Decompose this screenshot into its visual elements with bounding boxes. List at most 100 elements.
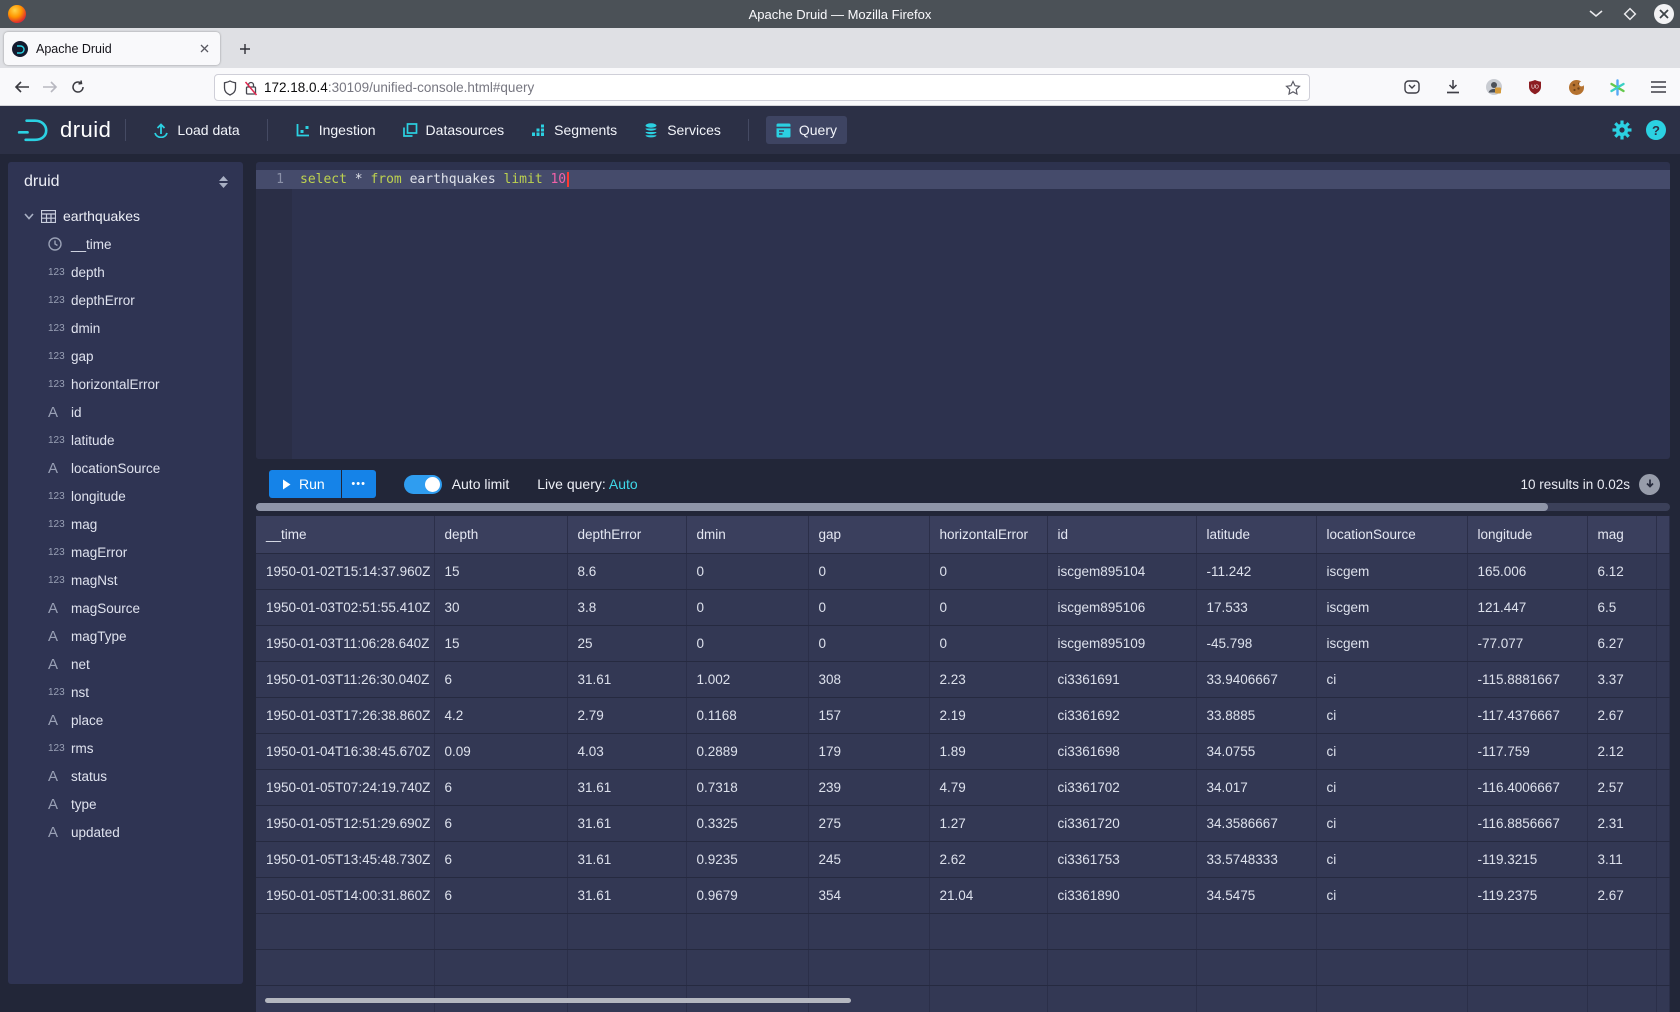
cell-locationSource[interactable]: iscgem [1316,553,1467,589]
sidebar-column-rms[interactable]: 123rms [8,734,243,762]
cell-horizontalError[interactable]: 0 [929,625,1047,661]
cell-horizontalError[interactable]: 2.19 [929,697,1047,733]
sidebar-column-net[interactable]: Anet [8,650,243,678]
cell-id[interactable]: ci3361692 [1047,697,1196,733]
cell-depth[interactable]: 30 [434,589,567,625]
cell-mag[interactable]: 3.11 [1587,841,1656,877]
sidebar-column-magType[interactable]: AmagType [8,622,243,650]
cell-id[interactable]: ci3361691 [1047,661,1196,697]
account-extension-icon[interactable] [1480,73,1508,101]
nav-ingestion[interactable]: Ingestion [285,116,386,144]
cell-locationSource[interactable]: ci [1316,877,1467,913]
cell-latitude[interactable]: 34.5475 [1196,877,1316,913]
cell-depth[interactable]: 6 [434,661,567,697]
cell-dmin[interactable]: 1.002 [686,661,808,697]
cell-depth[interactable]: 15 [434,553,567,589]
cell-depthError[interactable]: 3.8 [567,589,686,625]
sidebar-column-id[interactable]: Aid [8,398,243,426]
live-query-value[interactable]: Auto [609,476,638,492]
cell-latitude[interactable]: 34.0755 [1196,733,1316,769]
sidebar-column-magError[interactable]: 123magError [8,538,243,566]
cell-__time[interactable]: 1950-01-03T17:26:38.860Z [256,697,434,733]
pocket-icon[interactable] [1398,73,1426,101]
cell-depthError[interactable]: 2.79 [567,697,686,733]
cell-__time[interactable]: 1950-01-03T11:26:30.040Z [256,661,434,697]
sidebar-column-type[interactable]: Atype [8,790,243,818]
cell-locationSource[interactable]: ci [1316,805,1467,841]
sidebar-column-horizontalError[interactable]: 123horizontalError [8,370,243,398]
sidebar-column-gap[interactable]: 123gap [8,342,243,370]
cell-depthError[interactable]: 31.61 [567,841,686,877]
sidebar-column-magNst[interactable]: 123magNst [8,566,243,594]
cell-horizontalError[interactable]: 1.89 [929,733,1047,769]
cell-__time[interactable]: 1950-01-03T11:06:28.640Z [256,625,434,661]
cell-depth[interactable]: 6 [434,805,567,841]
cell-dmin[interactable]: 0.7318 [686,769,808,805]
cell-latitude[interactable]: -11.242 [1196,553,1316,589]
sidebar-column-latitude[interactable]: 123latitude [8,426,243,454]
scrollbar-thumb[interactable] [256,503,1548,511]
cell-gap[interactable]: 354 [808,877,929,913]
cell-dmin[interactable]: 0 [686,625,808,661]
new-tab-button[interactable] [232,36,258,62]
cell-latitude[interactable]: -45.798 [1196,625,1316,661]
cell-id[interactable]: ci3361702 [1047,769,1196,805]
cell-mag[interactable]: 2.31 [1587,805,1656,841]
cell-longitude[interactable]: -115.8881667 [1467,661,1587,697]
download-results-icon[interactable] [1639,474,1660,495]
nav-segments[interactable]: Segments [520,116,627,144]
cell-longitude[interactable]: 121.447 [1467,589,1587,625]
cell-id[interactable]: ci3361753 [1047,841,1196,877]
sort-columns-icon[interactable] [218,175,229,189]
cell-locationSource[interactable]: ci [1316,733,1467,769]
query-editor[interactable]: 1 select * from earthquakes limit 10 [256,162,1670,459]
live-query-label[interactable]: Live query: Auto [537,476,637,492]
cell-horizontalError[interactable]: 0 [929,553,1047,589]
help-icon[interactable]: ? [1646,120,1666,140]
cell-dmin[interactable]: 0.9235 [686,841,808,877]
bookmark-star-icon[interactable] [1285,80,1301,96]
cell-depthError[interactable]: 31.61 [567,661,686,697]
cell-depthError[interactable]: 31.61 [567,805,686,841]
column-header-gap[interactable]: gap [808,516,929,553]
nav-datasources[interactable]: Datasources [392,116,515,144]
reload-icon[interactable] [64,73,92,101]
cell-id[interactable]: iscgem895104 [1047,553,1196,589]
cell-longitude[interactable]: -119.2375 [1467,877,1587,913]
cell-horizontalError[interactable]: 2.62 [929,841,1047,877]
cell-latitude[interactable]: 33.9406667 [1196,661,1316,697]
url-bar[interactable]: 172.18.0.4:30109/unified-console.html#qu… [214,74,1310,101]
cell-dmin[interactable]: 0.9679 [686,877,808,913]
cell-__time[interactable]: 1950-01-02T15:14:37.960Z [256,553,434,589]
cell-mag[interactable]: 6.27 [1587,625,1656,661]
sidebar-column-depth[interactable]: 123depth [8,258,243,286]
cell-gap[interactable]: 239 [808,769,929,805]
cell-locationSource[interactable]: iscgem [1316,625,1467,661]
auto-limit-toggle[interactable] [404,475,442,494]
insecure-lock-icon[interactable] [244,80,258,96]
cell-longitude[interactable]: -116.8856667 [1467,805,1587,841]
cell-depth[interactable]: 6 [434,841,567,877]
cell-depth[interactable]: 6 [434,877,567,913]
cell-dmin[interactable]: 0.3325 [686,805,808,841]
window-maximize-icon[interactable] [1620,4,1640,24]
cell-id[interactable]: ci3361698 [1047,733,1196,769]
sparkle-extension-icon[interactable] [1603,73,1631,101]
downloads-icon[interactable] [1439,73,1467,101]
cell-horizontalError[interactable]: 0 [929,589,1047,625]
tab-close-icon[interactable] [197,41,212,56]
sidebar-column-place[interactable]: Aplace [8,706,243,734]
cell-__time[interactable]: 1950-01-04T16:38:45.670Z [256,733,434,769]
cell-__time[interactable]: 1950-01-05T14:00:31.860Z [256,877,434,913]
cell-longitude[interactable]: -119.3215 [1467,841,1587,877]
cell-dmin[interactable]: 0.1168 [686,697,808,733]
cookie-icon[interactable] [1562,73,1590,101]
druid-brand[interactable]: druid [16,116,111,144]
cell-id[interactable]: iscgem895109 [1047,625,1196,661]
cell-__time[interactable]: 1950-01-03T02:51:55.410Z [256,589,434,625]
cell-mag[interactable]: 2.57 [1587,769,1656,805]
cell-longitude[interactable]: -77.077 [1467,625,1587,661]
cell-horizontalError[interactable]: 21.04 [929,877,1047,913]
chevron-down-icon[interactable] [24,213,34,220]
cell-latitude[interactable]: 34.3586667 [1196,805,1316,841]
